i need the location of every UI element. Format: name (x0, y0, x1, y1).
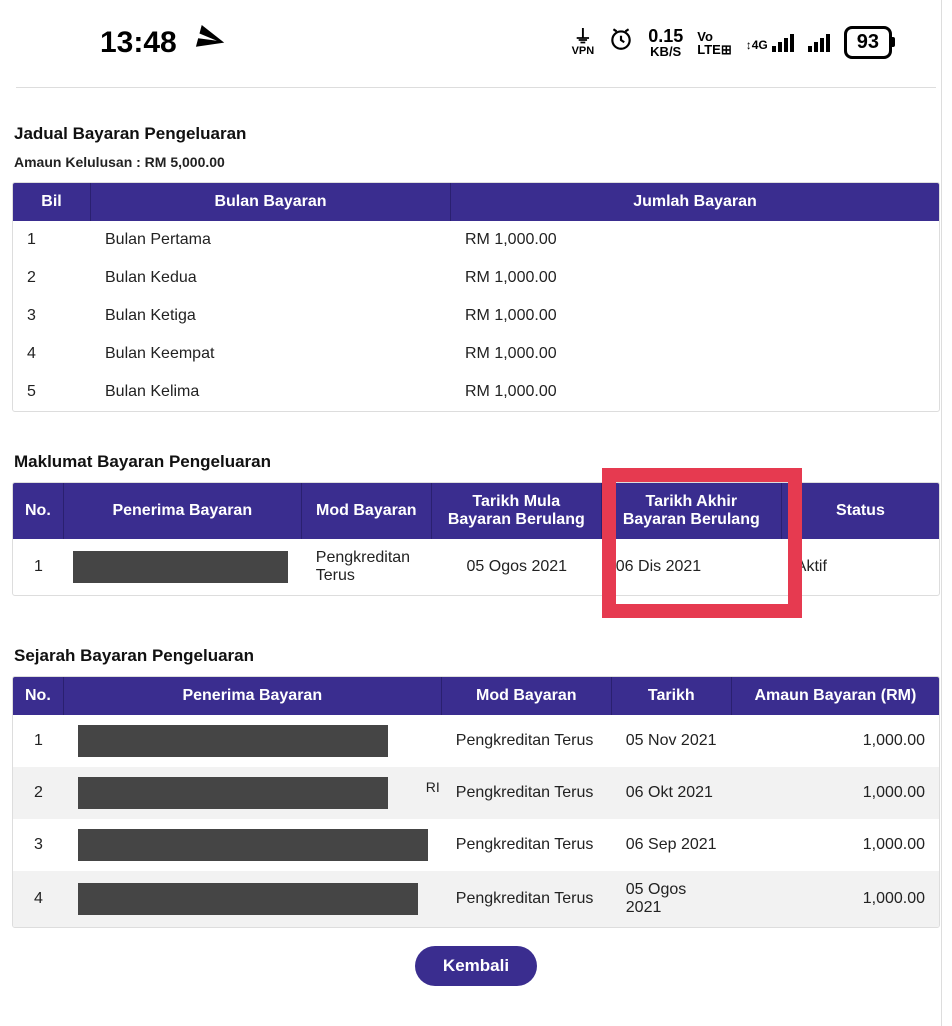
header-bil: Bil (13, 183, 91, 221)
redacted (78, 725, 388, 757)
status-bar: 13:48 ⏚ VPN 0.15 KB/S Vo LTE⊞ ↕4G 93 (0, 0, 952, 79)
header-penerima: Penerima Bayaran (64, 483, 302, 539)
schedule-table: Bil Bulan Bayaran Jumlah Bayaran 1Bulan … (12, 182, 940, 412)
signal-icon (808, 34, 830, 52)
table-row: 2 RI Pengkreditan Terus 06 Okt 2021 1,00… (13, 767, 939, 819)
header-penerima: Penerima Bayaran (64, 677, 442, 715)
alarm-icon (608, 26, 634, 59)
vpn-icon: ⏚ VPN (572, 28, 595, 57)
redacted (78, 829, 428, 861)
table-row: 1 Pengkreditan Terus 05 Nov 2021 1,000.0… (13, 715, 939, 767)
header-akhir: Tarikh Akhir Bayaran Berulang (602, 483, 782, 539)
status-time: 13:48 (100, 26, 177, 60)
header-bulan: Bulan Bayaran (91, 183, 451, 221)
info-table: No. Penerima Bayaran Mod Bayaran Tarikh … (12, 482, 940, 596)
table-row: 2Bulan KeduaRM 1,000.00 (13, 259, 939, 297)
header-mula: Tarikh Mula Bayaran Berulang (432, 483, 602, 539)
redacted (73, 551, 288, 583)
divider (16, 87, 936, 88)
table-row: 3 Pengkreditan Terus 06 Sep 2021 1,000.0… (13, 819, 939, 871)
header-mod: Mod Bayaran (442, 677, 612, 715)
send-icon (190, 21, 229, 65)
redacted (78, 883, 418, 915)
header-mod: Mod Bayaran (302, 483, 432, 539)
redacted (78, 777, 388, 809)
table-row: 4 Pengkreditan Terus 05 Ogos 2021 1,000.… (13, 871, 939, 927)
approval-amount: Amaun Kelulusan : RM 5,000.00 (14, 154, 938, 170)
table-row: 1 Pengkreditan Terus 05 Ogos 2021 06 Dis… (13, 539, 939, 595)
header-amaun: Amaun Bayaran (RM) (732, 677, 939, 715)
table-row: 4Bulan KeempatRM 1,000.00 (13, 335, 939, 373)
header-no: No. (13, 483, 64, 539)
header-jumlah: Jumlah Bayaran (451, 183, 939, 221)
table-row: 5Bulan KelimaRM 1,000.00 (13, 373, 939, 411)
header-no: No. (13, 677, 64, 715)
header-tarikh: Tarikh (612, 677, 732, 715)
volte-indicator: Vo LTE⊞ (697, 30, 732, 56)
history-title: Sejarah Bayaran Pengeluaran (14, 646, 938, 666)
network-indicator: ↕4G (746, 34, 794, 52)
kembali-button[interactable]: Kembali (415, 946, 537, 986)
header-status: Status (782, 483, 939, 539)
schedule-title: Jadual Bayaran Pengeluaran (14, 124, 938, 144)
history-table: No. Penerima Bayaran Mod Bayaran Tarikh … (12, 676, 940, 928)
battery-indicator: 93 (844, 26, 892, 59)
table-row: 3Bulan KetigaRM 1,000.00 (13, 297, 939, 335)
table-row: 1Bulan PertamaRM 1,000.00 (13, 221, 939, 259)
data-speed: 0.15 KB/S (648, 27, 683, 58)
info-title: Maklumat Bayaran Pengeluaran (14, 452, 938, 472)
